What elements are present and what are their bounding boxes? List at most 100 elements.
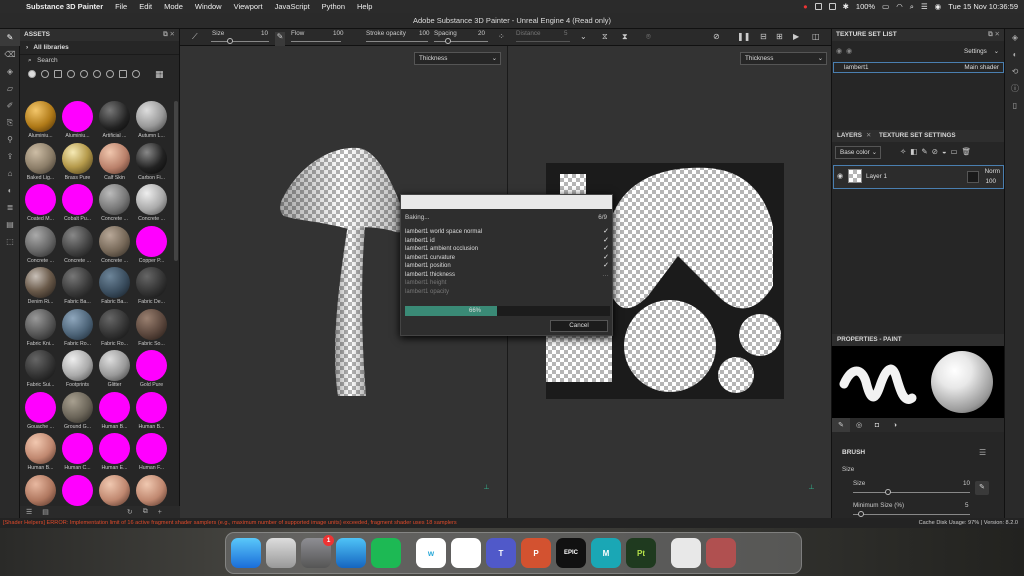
layers-panel-icon[interactable]: ◈ <box>1005 29 1024 46</box>
pen-pressure-icon[interactable]: ✎ <box>975 481 989 495</box>
status-square-icon[interactable] <box>828 3 836 10</box>
asset-item[interactable]: Footprints <box>59 350 96 392</box>
asset-item[interactable]: Aluminiu... <box>22 101 59 143</box>
log-icon[interactable]: ▯ <box>1005 97 1024 114</box>
stroke-opacity-value[interactable]: 100 <box>419 30 430 37</box>
stack2-dock-icon[interactable] <box>706 538 736 568</box>
asset-item[interactable]: Concrete ... <box>22 225 59 268</box>
asset-item[interactable]: Concrete ... <box>96 184 133 226</box>
filter-masks-icon[interactable] <box>54 70 62 78</box>
color-picker-icon[interactable]: ⚲ <box>0 131 20 148</box>
projection-icon[interactable]: ◈ <box>0 63 20 80</box>
refresh-icon[interactable]: ↻ <box>127 508 133 516</box>
asset-item[interactable]: Gold Pure <box>133 350 170 392</box>
asset-item[interactable]: Fabric Kni... <box>22 308 59 351</box>
asset-item[interactable]: Baked Lig... <box>22 142 59 185</box>
filter-environment-icon[interactable] <box>132 70 140 78</box>
filter-list-icon[interactable]: ☰ <box>26 508 32 516</box>
cancel-button[interactable]: Cancel <box>550 320 608 332</box>
tab-texture-set-settings[interactable]: TEXTURE SET SETTINGS <box>879 130 956 142</box>
stack-dock-icon[interactable] <box>671 538 701 568</box>
system-preferences-dock-icon[interactable]: 1 <box>301 535 334 568</box>
search-icon[interactable]: ⌕ <box>910 2 914 12</box>
min-size-slider[interactable] <box>853 514 970 515</box>
add-effect-icon[interactable]: ✧ <box>900 147 910 156</box>
asset-item[interactable]: Denim Ri... <box>22 267 59 309</box>
filter-materials-icon[interactable] <box>28 70 36 78</box>
add-icon[interactable]: + <box>158 509 162 516</box>
asset-item[interactable]: Fabric Ro... <box>59 308 96 351</box>
alpha-tab-icon[interactable]: ◎ <box>850 418 868 432</box>
asset-item[interactable]: Fabric Ba... <box>96 267 133 309</box>
log-icon[interactable]: ≣ <box>0 199 20 216</box>
asset-item[interactable]: Human E... <box>96 433 133 475</box>
menu-edit[interactable]: Edit <box>139 2 152 11</box>
distance-value[interactable]: 5 <box>564 30 568 37</box>
asset-item[interactable]: Cobalt Pu... <box>59 184 96 226</box>
spacing-slider[interactable] <box>434 41 488 42</box>
view-toggle-icon[interactable]: ▤ <box>42 508 49 516</box>
smudge-icon[interactable]: ✐ <box>0 97 20 114</box>
powerpoint-dock-icon[interactable]: P <box>521 538 551 568</box>
asset-item[interactable]: Autumn L... <box>133 101 170 143</box>
menu-app-name[interactable]: Substance 3D Painter <box>26 2 103 11</box>
asset-item[interactable]: Human B... <box>133 391 170 434</box>
asset-item[interactable]: Fabric De... <box>133 267 170 309</box>
min-size-knob[interactable] <box>858 511 864 517</box>
texture-set-row[interactable]: lambert1 Main shader <box>833 62 1004 73</box>
asset-item[interactable]: Gouache ... <box>22 391 59 434</box>
control-center-icon[interactable]: ☰ <box>921 2 928 11</box>
layer-row[interactable]: ◉ Layer 1 Norm 100 <box>833 165 1004 189</box>
teams-dock-icon[interactable]: T <box>486 538 516 568</box>
asset-item[interactable]: Human B... <box>96 391 133 434</box>
asset-item[interactable]: Carbon Fi... <box>133 142 170 185</box>
maya-dock-icon[interactable]: M <box>591 538 621 568</box>
size-value[interactable]: 10 <box>261 30 268 37</box>
shelf-icon[interactable]: ▤ <box>0 216 20 233</box>
clock-label[interactable]: Tue 15 Nov 10:36:59 <box>948 2 1018 11</box>
eraser-icon[interactable]: ⌫ <box>0 46 20 63</box>
paint-brush-icon[interactable]: ✎ <box>0 29 20 46</box>
add-paint-layer-icon[interactable]: ✎ <box>921 147 931 156</box>
status-square-icon[interactable] <box>814 3 822 10</box>
display-settings-icon[interactable]: ◐ <box>0 182 20 199</box>
asset-item[interactable]: Fabric Sui... <box>22 350 59 392</box>
bake-icon[interactable]: ⌂ <box>0 165 20 182</box>
asset-item[interactable]: Calf Skin <box>96 142 133 185</box>
asset-item[interactable]: Fabric So... <box>133 308 170 351</box>
prop-size-value[interactable]: 10 <box>963 480 970 487</box>
wifi-icon[interactable]: ◠ <box>896 2 903 11</box>
size-slider-knob[interactable] <box>227 38 233 44</box>
menu-mode[interactable]: Mode <box>164 2 183 11</box>
texture-set-shader[interactable]: Main shader <box>964 63 999 72</box>
grid-view-icon[interactable]: ▦ <box>155 69 164 80</box>
asset-item[interactable]: Coated M... <box>22 184 59 226</box>
channel-dropdown[interactable]: Base color ⌄ <box>835 146 881 159</box>
close-icon[interactable]: ⧉ ✕ <box>163 29 175 41</box>
menu-file[interactable]: File <box>115 2 127 11</box>
visibility-icon[interactable]: ◉ ◉ <box>836 47 852 55</box>
asset-item[interactable]: Human F... <box>133 433 170 475</box>
info-icon[interactable]: ⓘ <box>1005 80 1024 97</box>
filter-brushes-icon[interactable] <box>80 70 88 78</box>
filter-smart-materials-icon[interactable] <box>41 70 49 78</box>
import-icon[interactable]: ⧉ <box>143 508 148 516</box>
tab-layers[interactable]: LAYERS <box>837 130 862 142</box>
stencil-tab-icon[interactable]: ◘ <box>868 418 886 432</box>
asset-item[interactable]: Fabric Ba... <box>59 267 96 309</box>
acrobat-dock-icon[interactable] <box>451 538 481 568</box>
settings-dropdown[interactable]: Settings ⌄ <box>960 46 1002 59</box>
trash-dock-icon[interactable] <box>751 538 781 568</box>
material-tab-icon[interactable]: ◑ <box>886 418 904 432</box>
distance-slider[interactable] <box>516 41 570 42</box>
dialog-titlebar[interactable] <box>401 195 612 209</box>
flow-value[interactable]: 100 <box>333 30 344 37</box>
spacing-slider-knob[interactable] <box>445 38 451 44</box>
min-size-value[interactable]: 5 <box>965 502 969 509</box>
asset-search[interactable]: ⌕ Search <box>20 55 179 67</box>
asset-item[interactable]: Fabric Ro... <box>96 308 133 351</box>
smart-material-icon[interactable]: ◒ <box>942 147 951 156</box>
finder-dock-icon[interactable] <box>231 538 261 568</box>
asset-item[interactable] <box>133 474 170 507</box>
spotify-dock-icon[interactable] <box>371 538 401 568</box>
